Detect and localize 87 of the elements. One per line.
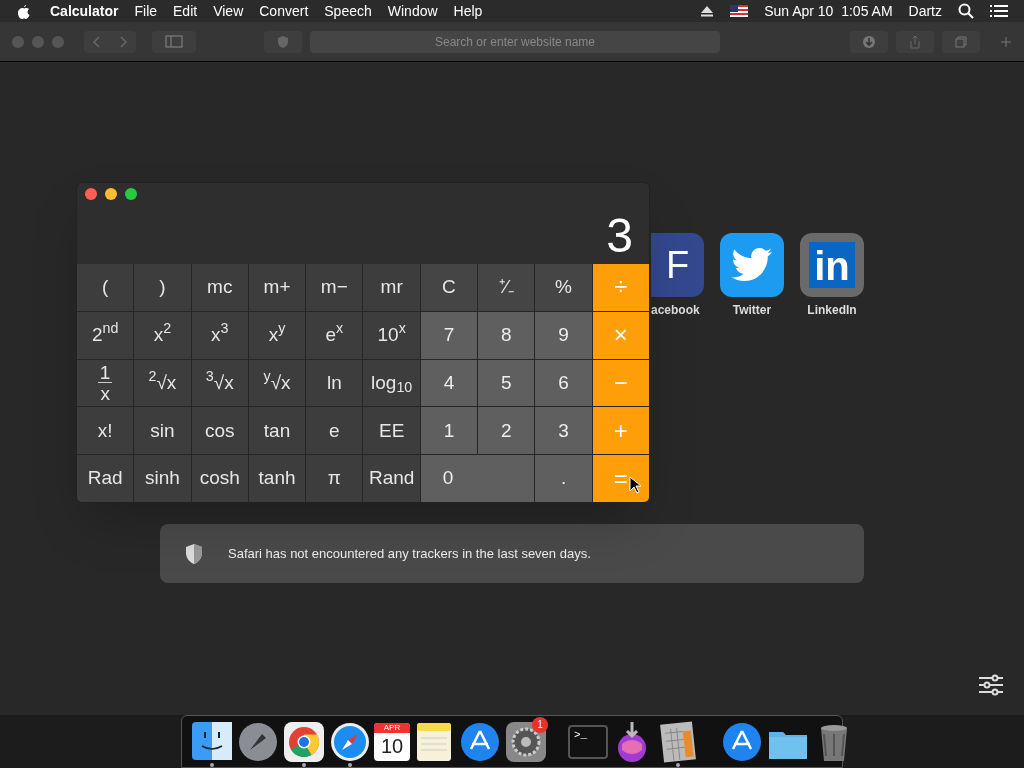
calculator-key[interactable]: Rand <box>363 455 420 502</box>
calculator-key[interactable]: 3 <box>535 407 592 455</box>
calculator-key[interactable]: EE <box>363 407 420 455</box>
calculator-key[interactable]: $^{3}$√x <box>191 359 248 407</box>
sidebar-icon <box>165 35 183 48</box>
bird-icon <box>731 248 773 282</box>
linkedin-tile[interactable]: in <box>800 233 864 297</box>
calculator-key[interactable]: 4 <box>420 359 478 407</box>
menu-item[interactable]: Speech <box>324 0 372 22</box>
menu-item[interactable]: Edit <box>173 0 198 22</box>
calculator-key[interactable]: e <box>306 407 363 455</box>
calculator-key[interactable]: % <box>535 264 592 311</box>
calculator-key[interactable]: m− <box>306 264 363 311</box>
calculator-key[interactable]: mr <box>363 264 420 311</box>
tile-letter: F <box>665 242 690 288</box>
calculator-key[interactable]: 1 <box>420 407 478 455</box>
user-name[interactable]: Dartz <box>908 0 942 22</box>
calculator-key[interactable]: 6 <box>535 359 592 407</box>
calendar-icon[interactable]: APR 10 <box>374 722 410 761</box>
calculator-key[interactable]: 2 <box>478 407 535 455</box>
terminal-icon[interactable]: >_ <box>568 724 608 759</box>
calculator-key[interactable]: π <box>306 455 363 502</box>
calculator-key[interactable]: x! <box>77 407 134 455</box>
chrome-icon[interactable] <box>282 719 326 764</box>
eject-icon[interactable] <box>700 5 715 17</box>
calculator-key[interactable]: tanh <box>248 455 306 502</box>
calculator-key[interactable]: 1 x <box>77 359 134 407</box>
calculator-key[interactable]: sin <box>134 407 191 455</box>
facebook-tile[interactable]: F <box>651 233 704 297</box>
flag-icon[interactable] <box>730 5 749 17</box>
twitter-tile[interactable] <box>720 233 784 297</box>
calculator-key[interactable]: $^{y}$√x <box>248 359 306 407</box>
calculator-key[interactable]: x$^{2}$ <box>134 311 191 359</box>
search-icon[interactable] <box>958 3 974 19</box>
menu-item[interactable]: Help <box>453 0 483 22</box>
calculator-key[interactable]: 8 <box>478 311 535 359</box>
calculator-key[interactable]: mc <box>191 264 248 311</box>
list-icon[interactable] <box>990 4 1008 18</box>
calculator-key[interactable]: cosh <box>191 455 248 502</box>
calculator-key[interactable]: log$_{10}$ <box>363 359 420 407</box>
menu-item[interactable]: View <box>213 0 244 22</box>
calculator-key[interactable]: ( <box>77 264 134 311</box>
menu-item[interactable]: Convert <box>259 0 309 22</box>
minimize-button[interactable] <box>105 188 117 200</box>
calculator-key[interactable]: 7 <box>420 311 478 359</box>
calculator-key[interactable]: sinh <box>134 455 191 502</box>
calculator-key[interactable]: x$^{y}$ <box>248 311 306 359</box>
sliders-icon[interactable] <box>978 674 1004 696</box>
calculator-key[interactable]: e$^{x}$ <box>306 311 363 359</box>
calculator-key[interactable]: 0 <box>420 455 535 502</box>
settings-icon[interactable] <box>504 719 548 764</box>
close-button[interactable] <box>85 188 97 200</box>
calculator-key[interactable]: cos <box>191 407 248 455</box>
calculator-key[interactable]: m+ <box>248 264 306 311</box>
calculator-key[interactable]: $^{2}$√x <box>134 359 191 407</box>
calculator-key[interactable]: ) <box>134 264 191 311</box>
calculator-key[interactable]: 5 <box>478 359 535 407</box>
calculator-key[interactable]: ⁺∕₋ <box>478 264 535 311</box>
pointer-icon <box>629 476 641 494</box>
tile-letter: in <box>814 244 850 288</box>
favorite-label[interactable]: LinkedIn <box>807 301 857 319</box>
shield-icon <box>277 34 289 49</box>
shield-icon <box>184 542 204 565</box>
download-button[interactable] <box>850 30 888 53</box>
calculator-key[interactable]: C <box>420 264 478 311</box>
calculator-key[interactable]: . <box>535 455 592 502</box>
download-icon <box>862 34 876 49</box>
favorite-label[interactable]: acebook <box>651 301 700 319</box>
calculator-display: 3 <box>606 212 633 260</box>
app-menu[interactable]: Calculator <box>50 0 119 22</box>
clock-text[interactable]: Sun Apr 10 1:05 AM <box>764 0 893 22</box>
apple-icon[interactable] <box>16 3 30 19</box>
calculator-key[interactable]: Rad <box>77 455 134 502</box>
calculator-key[interactable]: 9 <box>535 311 592 359</box>
share-icon <box>908 34 922 49</box>
tabs-icon <box>954 34 968 49</box>
calculator-key[interactable]: x$^{3}$ <box>191 311 248 359</box>
menu-item[interactable]: Window <box>387 0 438 22</box>
calculator-key[interactable]: tan <box>248 407 306 455</box>
zoom-button[interactable] <box>125 188 137 200</box>
calculator-key[interactable]: 2$^{nd}$ <box>77 311 134 359</box>
privacy-text: Safari has not encountered any trackers in the last seven days. <box>228 544 591 563</box>
favorite-label[interactable]: Twitter <box>732 301 772 319</box>
menu-item[interactable]: File <box>134 0 158 22</box>
calculator-key[interactable]: 10$^{x}$ <box>363 311 420 359</box>
calculator-key[interactable]: ln <box>306 359 363 407</box>
notification-badge: 1 <box>532 716 548 733</box>
